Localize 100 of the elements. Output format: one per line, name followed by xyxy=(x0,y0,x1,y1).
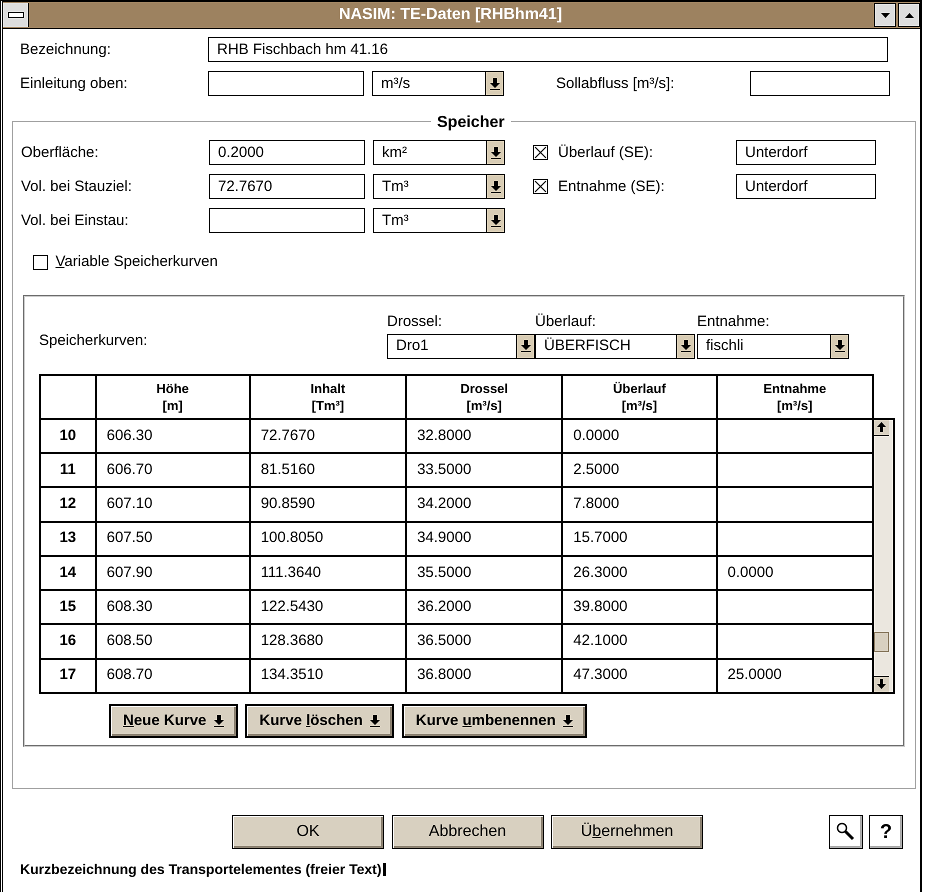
table-cell[interactable]: 81.5160 xyxy=(250,453,406,488)
curve-button[interactable]: Neue Kurve xyxy=(109,704,238,738)
table-cell[interactable]: 134.3510 xyxy=(250,658,406,693)
search-button[interactable] xyxy=(829,814,863,849)
table-cell[interactable]: 0.0000 xyxy=(562,418,717,453)
text-field[interactable]: 0.2000 xyxy=(209,140,365,166)
dropdown-arrow-icon[interactable] xyxy=(520,340,530,352)
column-header: Höhe [m] xyxy=(96,374,250,419)
scroll-thumb[interactable] xyxy=(874,632,889,652)
text-field[interactable]: Unterdorf xyxy=(736,174,876,200)
checkbox-label: Variable Speicherkurven xyxy=(56,252,218,272)
scrollbar[interactable] xyxy=(872,418,894,693)
row-number: 16 xyxy=(40,624,96,658)
table-cell[interactable]: 33.5000 xyxy=(406,453,562,488)
arrow-down-icon[interactable] xyxy=(563,714,574,727)
text-field[interactable] xyxy=(209,208,365,234)
table-cell[interactable]: 35.5000 xyxy=(406,556,562,590)
corner-cell xyxy=(40,374,96,419)
table-cell[interactable]: 15.7000 xyxy=(562,522,717,556)
column-header: Inhalt [Tm³] xyxy=(250,374,406,419)
field-label: Sollabfluss [m³/s]: xyxy=(556,74,676,94)
curve-dropdown[interactable]: fischli xyxy=(697,334,849,359)
dropdown-arrow-icon[interactable] xyxy=(490,214,500,227)
arrow-down-icon[interactable] xyxy=(214,714,224,727)
dropdown-arrow-icon[interactable] xyxy=(490,78,500,90)
table-cell[interactable]: 608.30 xyxy=(96,590,250,624)
field-label: Vol. bei Einstau: xyxy=(20,210,130,230)
column-header: Drossel [m³/s] xyxy=(406,374,562,419)
table-cell[interactable]: 42.1000 xyxy=(562,624,717,658)
scroll-down-icon[interactable] xyxy=(874,676,889,692)
dialog-button[interactable]: Übernehmen xyxy=(551,814,703,849)
unit-dropdown[interactable]: Tm³ xyxy=(373,174,505,200)
table-cell[interactable]: 36.8000 xyxy=(406,658,562,693)
table-cell[interactable]: 7.8000 xyxy=(562,487,717,522)
row-number: 12 xyxy=(40,487,96,522)
curve-dropdown[interactable]: ÜBERFISCH xyxy=(535,334,695,359)
dialog-button[interactable]: Abbrechen xyxy=(392,814,544,849)
table-cell[interactable]: 122.5430 xyxy=(250,590,406,624)
unit-dropdown[interactable]: Tm³ xyxy=(373,208,505,234)
column-header: Überlauf [m³/s] xyxy=(562,374,717,419)
table-cell[interactable]: 36.2000 xyxy=(406,590,562,624)
table-cell[interactable]: 39.8000 xyxy=(562,590,717,624)
column-header: Entnahme [m³/s] xyxy=(716,374,873,419)
row-number: 14 xyxy=(40,556,96,590)
table-cell[interactable]: 608.50 xyxy=(96,624,250,658)
table-cell[interactable]: 32.8000 xyxy=(406,418,562,453)
table-cell[interactable]: 608.70 xyxy=(96,658,250,693)
dropdown-arrow-icon[interactable] xyxy=(834,340,844,352)
row-number: 11 xyxy=(40,453,96,488)
table-cell[interactable]: 26.3000 xyxy=(562,556,717,590)
table-cell[interactable]: 607.90 xyxy=(96,556,250,590)
table-cell[interactable]: 34.2000 xyxy=(406,487,562,522)
system-menu-button[interactable] xyxy=(3,3,29,27)
unit-dropdown[interactable]: m³/s xyxy=(372,71,504,96)
text-field[interactable]: RHB Fischbach hm 41.16 xyxy=(208,37,888,62)
selector-label: Überlauf: xyxy=(535,312,597,332)
checkbox[interactable] xyxy=(533,179,548,194)
dropdown-arrow-icon[interactable] xyxy=(490,180,500,193)
table-cell[interactable]: 607.50 xyxy=(96,522,250,556)
curve-button[interactable]: Kurve löschen xyxy=(245,704,394,738)
checkbox[interactable] xyxy=(533,145,548,160)
dropdown-arrow-icon[interactable] xyxy=(490,146,500,159)
text-field[interactable] xyxy=(750,71,890,96)
dropdown-arrow-icon[interactable] xyxy=(680,340,690,352)
row-number: 17 xyxy=(40,658,96,693)
triangle-down-icon xyxy=(880,12,890,18)
table-cell[interactable]: 128.3680 xyxy=(250,624,406,658)
curve-dropdown[interactable]: Dro1 xyxy=(387,334,535,359)
table-cell[interactable]: 111.3640 xyxy=(250,556,406,590)
table-cell[interactable]: 100.8050 xyxy=(250,522,406,556)
table-cell[interactable]: 607.10 xyxy=(96,487,250,522)
table-cell[interactable]: 34.9000 xyxy=(406,522,562,556)
text-field[interactable] xyxy=(208,71,364,96)
field-label: Oberfläche: xyxy=(20,142,100,162)
help-button[interactable]: ? xyxy=(869,814,903,849)
table-cell[interactable]: 72.7670 xyxy=(250,418,406,453)
row-number: 10 xyxy=(40,418,96,453)
checkbox[interactable] xyxy=(33,254,48,270)
selector-label: Entnahme: xyxy=(697,312,771,332)
search-icon xyxy=(836,822,856,842)
table-cell[interactable]: 36.5000 xyxy=(406,624,562,658)
status-text: Kurzbezeichnung des Transportelementes (freier Text) xyxy=(20,860,382,879)
table-cell[interactable]: 47.3000 xyxy=(562,658,717,693)
dash-icon xyxy=(8,12,24,18)
scroll-up-icon[interactable] xyxy=(874,420,889,436)
text-field[interactable]: 72.7670 xyxy=(209,174,365,200)
table-cell[interactable]: 2.5000 xyxy=(562,453,717,488)
arrow-down-icon[interactable] xyxy=(370,714,380,727)
table-cell[interactable] xyxy=(716,418,873,453)
field-label: Vol. bei Stauziel: xyxy=(20,176,133,196)
minimize-button[interactable] xyxy=(874,3,896,27)
table-cell[interactable]: 90.8590 xyxy=(250,487,406,522)
row-number: 15 xyxy=(40,590,96,624)
text-field[interactable]: Unterdorf xyxy=(736,140,876,166)
dialog-button[interactable]: OK xyxy=(232,814,384,849)
table-cell[interactable]: 606.30 xyxy=(96,418,250,453)
unit-dropdown[interactable]: km² xyxy=(373,140,505,166)
curve-button[interactable]: Kurve umbenennen xyxy=(402,704,588,738)
table-cell[interactable]: 606.70 xyxy=(96,453,250,488)
maximize-button[interactable] xyxy=(898,3,920,27)
